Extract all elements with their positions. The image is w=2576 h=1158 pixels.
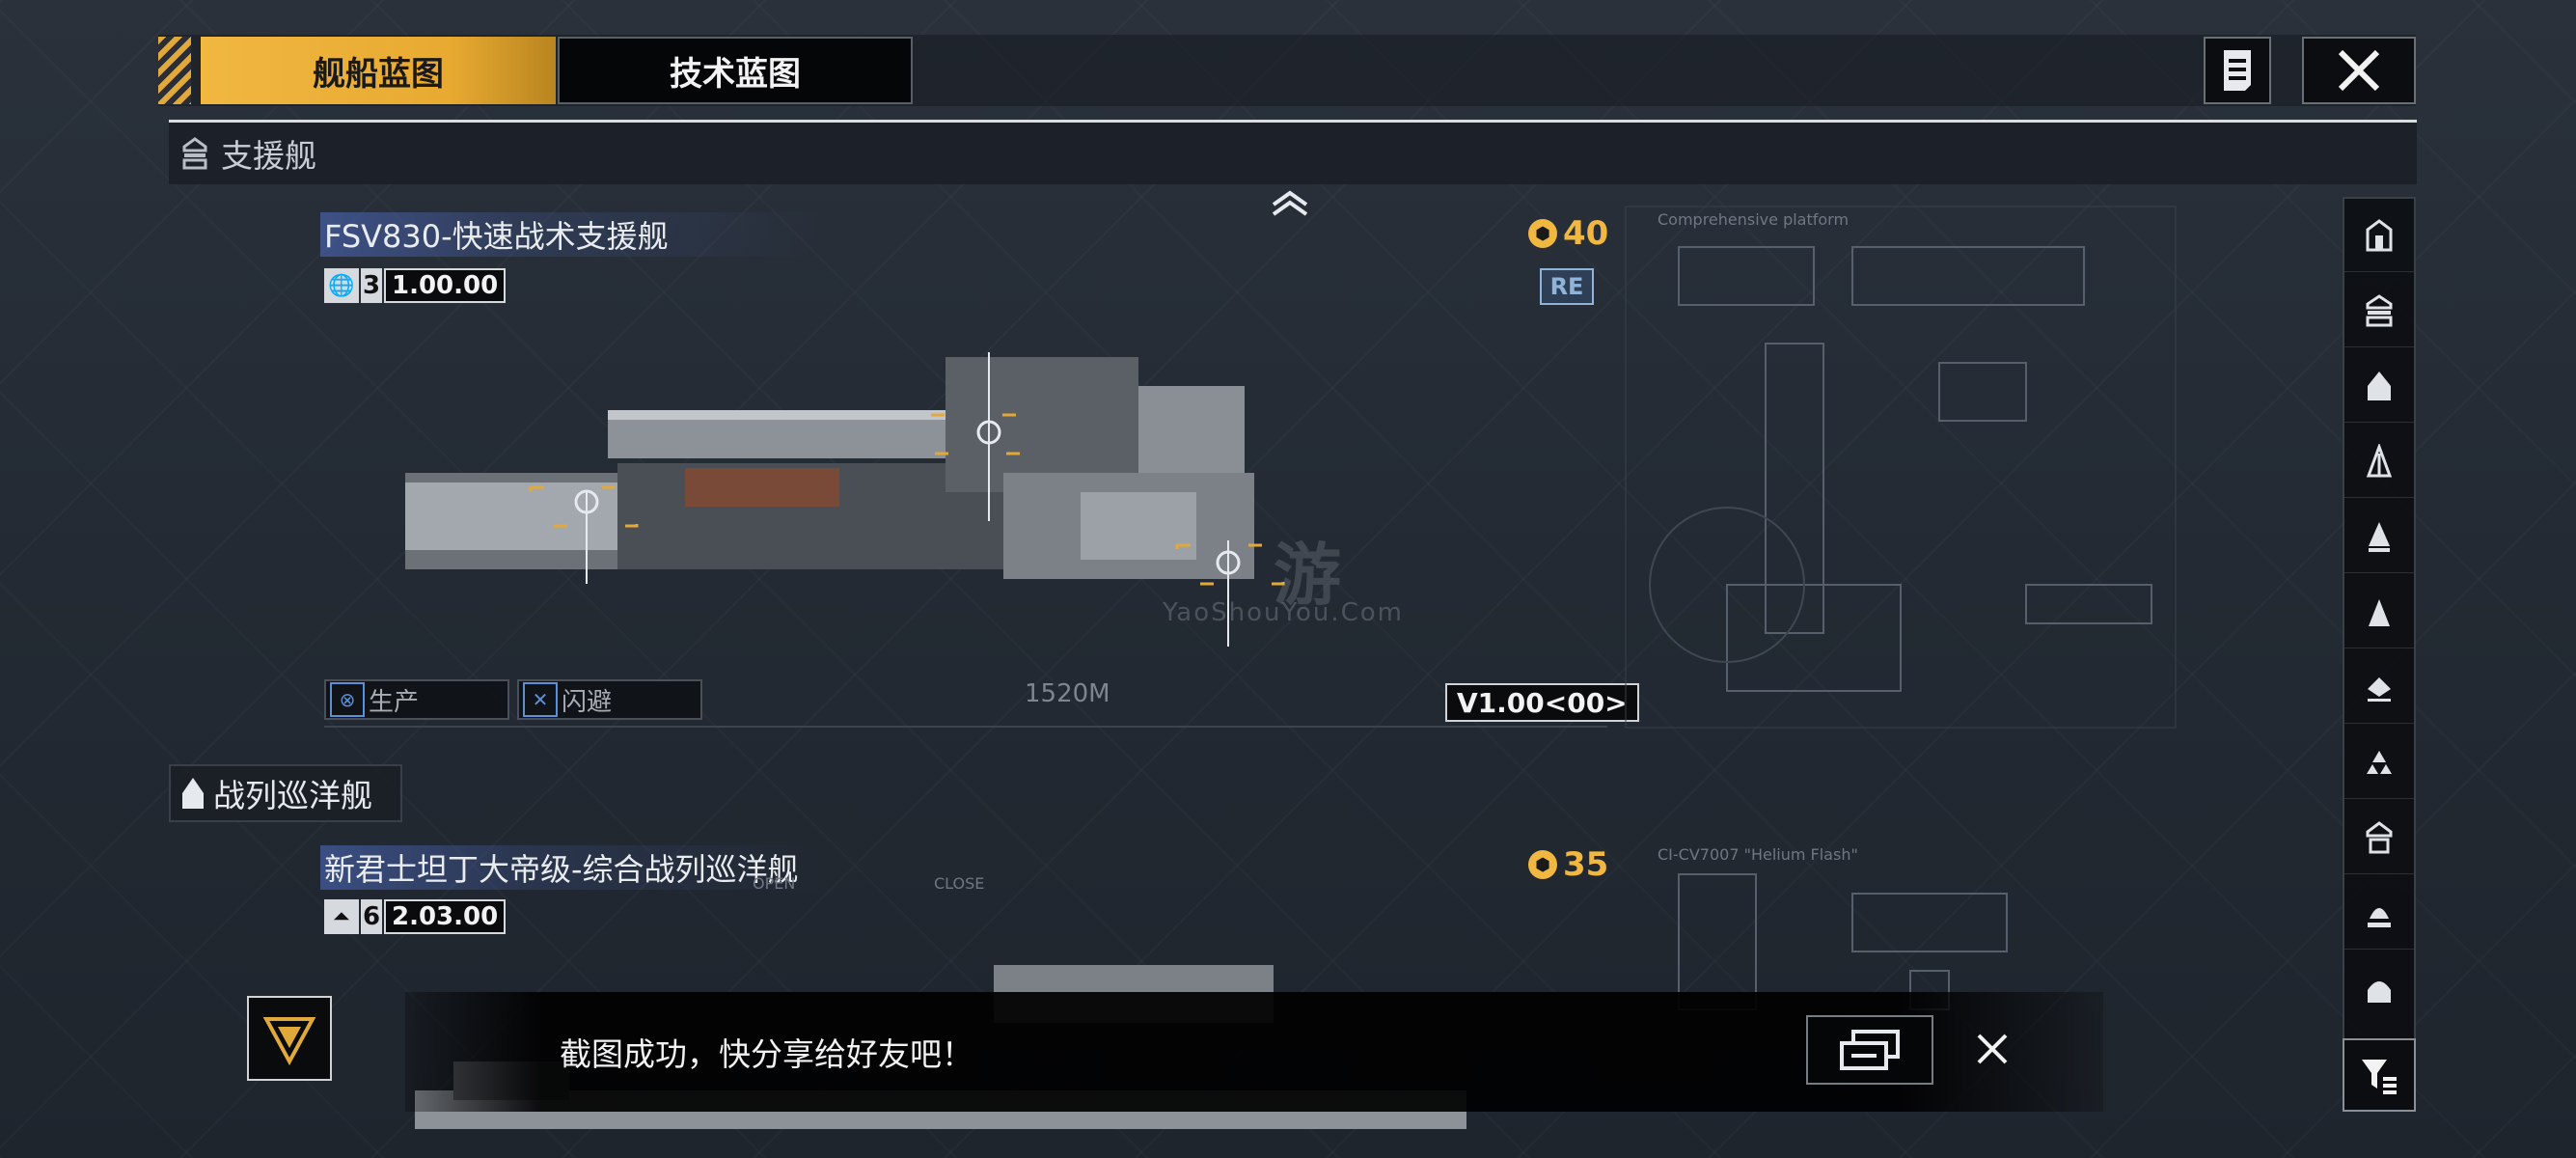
re-badge: RE [1540, 268, 1594, 305]
close-button[interactable] [2302, 37, 2416, 104]
destroyer-icon [2369, 521, 2390, 552]
ship-cost: ⬢ 35 [1528, 845, 1608, 884]
category-destroyer[interactable] [2344, 500, 2414, 573]
rocket-icon: ⏶ [324, 899, 359, 934]
ship-version: 2.03.00 [384, 899, 507, 934]
category-corvette[interactable] [2344, 650, 2414, 724]
support-ship-icon [2366, 293, 2393, 326]
ability-label: 生产 [369, 687, 420, 717]
toast-close-button[interactable] [1966, 1023, 2018, 1075]
ability-evade[interactable]: ✕ 闪避 [517, 679, 702, 720]
share-button[interactable] [1806, 1015, 1933, 1085]
section-title: 战列巡洋舰 [213, 777, 372, 814]
toast-message: 截图成功，快分享给好友吧！ [560, 1035, 973, 1073]
ship-level: 6 [361, 899, 382, 934]
ship-stat-row: 🌐 3 1.00.00 [324, 268, 507, 303]
blueprint-title: CI-CV7007 "Helium Flash" [1658, 845, 1858, 864]
version-tag[interactable]: V1.00<00> [1445, 683, 1639, 722]
watermark: YaoShouYou.Com [1163, 598, 1404, 627]
frigate-icon [2369, 598, 2390, 626]
scale-line [324, 726, 1607, 728]
carrier-icon [2366, 218, 2393, 251]
cost-value: 35 [1563, 845, 1609, 884]
tab-bar-accent [158, 37, 191, 104]
battlecruiser-icon [182, 778, 204, 809]
category-rail [2343, 197, 2416, 1042]
player-emblem[interactable] [247, 996, 332, 1081]
tab-tech-blueprint[interactable]: 技术蓝图 [558, 37, 913, 104]
share-icon [1840, 1030, 1900, 1070]
globe-icon: 🌐 [324, 268, 359, 303]
category-cruiser[interactable] [2344, 425, 2414, 498]
section-header-battlecruiser: 战列巡洋舰 [169, 764, 402, 822]
ability-label: 闪避 [562, 687, 613, 717]
category-fighter[interactable] [2344, 726, 2414, 799]
cruiser-icon [2366, 443, 2393, 477]
blueprint-drawing [1625, 206, 2177, 729]
category-transport[interactable] [2344, 876, 2414, 950]
ship-name: 新君士坦丁大帝级-综合战列巡洋舰 [320, 845, 822, 890]
filter-button[interactable] [2343, 1038, 2416, 1112]
cost-icon: ⬢ [1528, 850, 1557, 879]
close-icon [1977, 1034, 2008, 1064]
list-button[interactable] [2204, 37, 2271, 104]
category-carrier[interactable] [2344, 199, 2414, 272]
transport-icon [2368, 907, 2391, 927]
station-icon [2368, 981, 2391, 1003]
tab-ship-blueprint[interactable]: 舰船蓝图 [201, 37, 556, 104]
ship-stat-row: ⏶ 6 2.03.00 [324, 899, 507, 934]
section-header-support: 支援舰 [169, 123, 2417, 184]
blueprint-close-label: CLOSE [934, 874, 985, 893]
battlecruiser-icon [2368, 371, 2391, 400]
ability-production[interactable]: ⊗ 生产 [324, 679, 509, 720]
support-ship-icon [182, 137, 207, 170]
corvette-icon [2368, 676, 2391, 702]
blueprint-title: Comprehensive platform [1658, 210, 1850, 229]
cost-value: 40 [1563, 214, 1609, 253]
blueprint-panel: Comprehensive platform [1621, 199, 2190, 739]
blueprint-open-label: OPEN [753, 874, 796, 893]
ship-level: 3 [361, 268, 382, 303]
chevron-up-icon[interactable] [1270, 189, 1310, 218]
ship-cost: ⬢ 40 [1528, 214, 1608, 253]
section-title: 支援舰 [221, 137, 316, 175]
evade-icon: ✕ [523, 682, 558, 717]
ship-length: 1520M [1025, 679, 1110, 708]
production-icon: ⊗ [330, 682, 365, 717]
category-battlecruiser[interactable] [2344, 349, 2414, 423]
ship-name: FSV830-快速战术支援舰 [320, 212, 822, 257]
filter-icon [2362, 1060, 2397, 1094]
category-support[interactable] [2344, 274, 2414, 347]
auxiliary-icon [2366, 820, 2393, 853]
emblem-icon [262, 1017, 316, 1066]
category-station[interactable] [2344, 951, 2414, 1025]
ship-version: 1.00.00 [384, 268, 507, 303]
document-list-icon [2224, 50, 2251, 91]
fighter-icon [2367, 750, 2392, 774]
category-auxiliary[interactable] [2344, 801, 2414, 874]
category-frigate[interactable] [2344, 575, 2414, 648]
cost-icon: ⬢ [1528, 219, 1557, 248]
close-icon [2338, 49, 2380, 92]
